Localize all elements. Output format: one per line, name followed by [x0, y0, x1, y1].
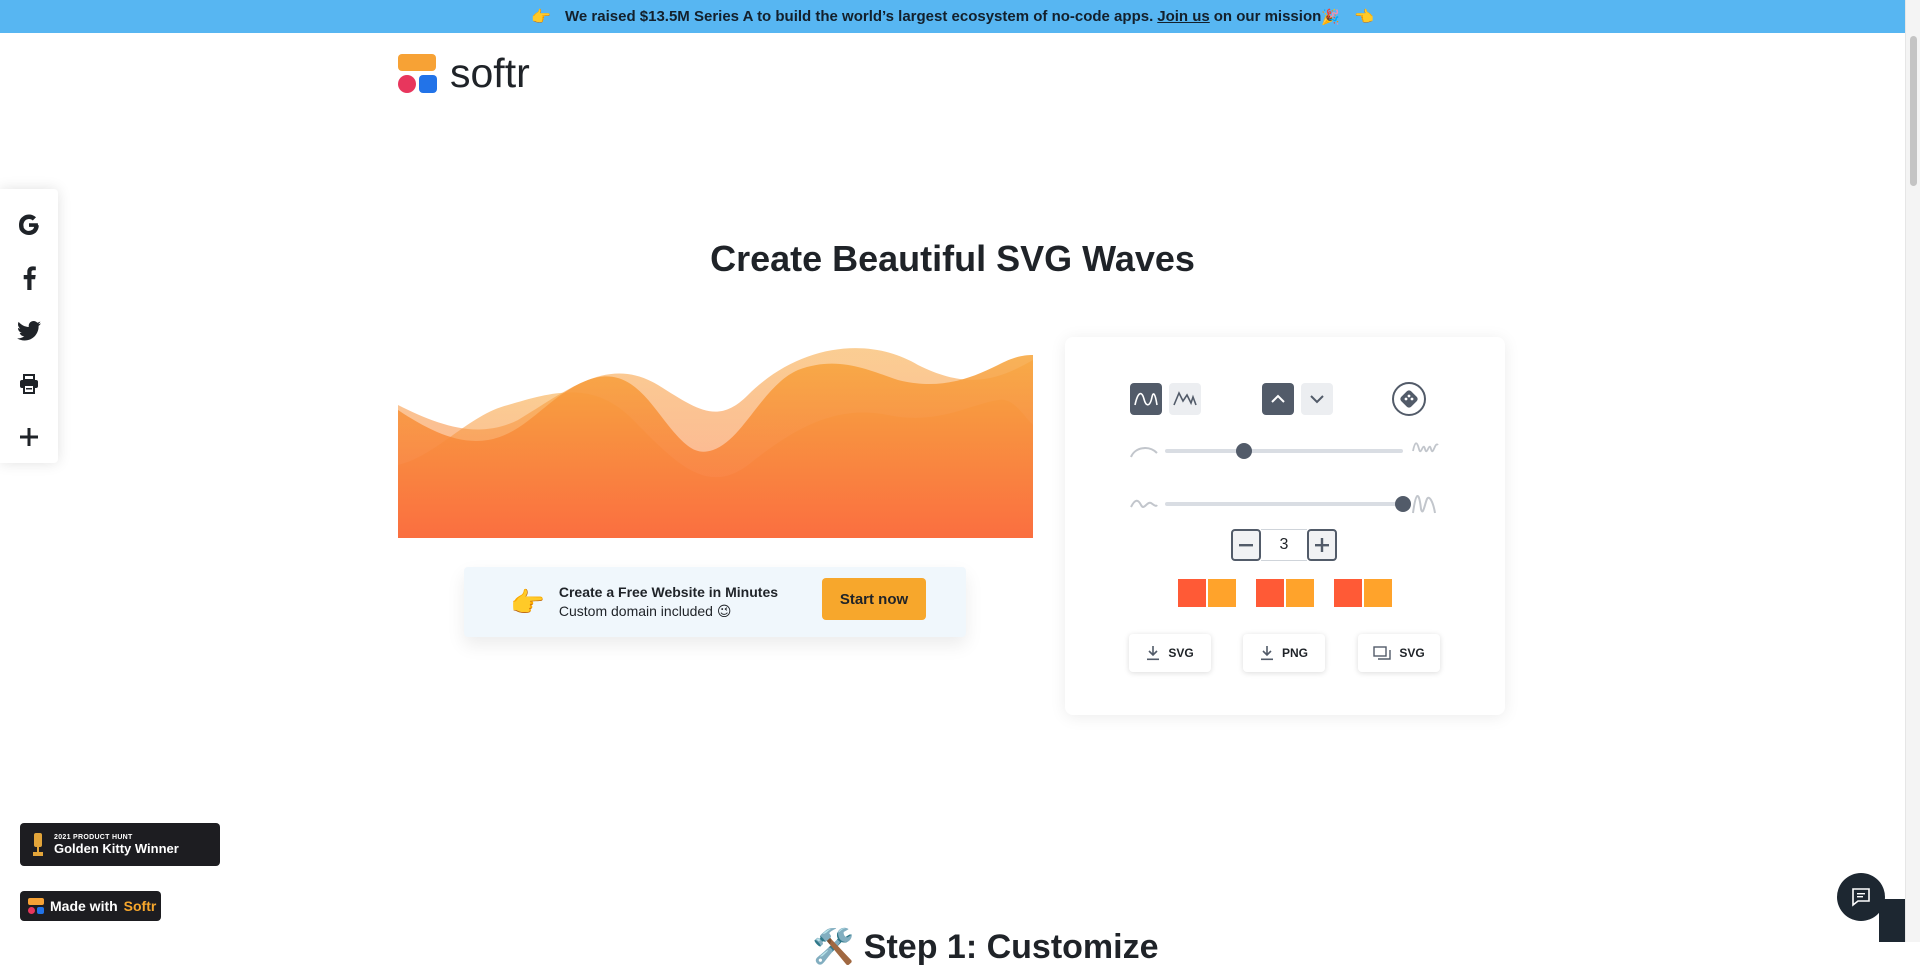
swatch-2-end[interactable]: [1286, 579, 1314, 607]
plus-icon: [20, 427, 38, 446]
made-with-brand: Softr: [123, 898, 157, 914]
swatch-3-start[interactable]: [1334, 579, 1362, 607]
start-now-button[interactable]: Start now: [822, 578, 926, 620]
copy-icon: [1373, 646, 1392, 660]
google-icon: [19, 214, 39, 236]
low-complexity-icon: [1130, 447, 1158, 458]
announcement-bar: 👉 We raised $13.5M Series A to build the…: [0, 0, 1905, 33]
download-svg-button[interactable]: SVG: [1129, 634, 1211, 672]
golden-kitty-badge[interactable]: 2021 PRODUCT HUNT Golden Kitty Winner: [20, 823, 220, 866]
swatch-3-end[interactable]: [1364, 579, 1392, 607]
promo-heading: Create a Free Website in Minutes: [558, 584, 779, 600]
swatch-1-start[interactable]: [1178, 579, 1206, 607]
layers-count[interactable]: 3: [1261, 529, 1307, 561]
made-with-softr-badge[interactable]: Made with Softr: [20, 891, 161, 921]
pointing-left-emoji: 👈: [1353, 8, 1374, 26]
smooth-wave-button[interactable]: [1130, 383, 1162, 415]
height-slider[interactable]: [1165, 496, 1411, 512]
color-swatch-2[interactable]: [1256, 579, 1314, 607]
promo-subtext: Custom domain included 😉: [558, 603, 732, 619]
peak-wave-button[interactable]: [1169, 383, 1201, 415]
chevron-up-icon: [1271, 394, 1285, 403]
plus-icon: [1315, 538, 1329, 552]
brand-name: softr: [450, 50, 530, 96]
color-swatch-3[interactable]: [1334, 579, 1392, 607]
chevron-down-icon: [1310, 395, 1324, 404]
pointing-right-emoji: 👉: [531, 8, 552, 26]
download-icon: [1147, 646, 1160, 661]
twitter-icon: [17, 320, 41, 341]
party-emoji: 🎉: [1321, 8, 1340, 26]
print-icon: [20, 373, 38, 394]
pointing-hand-emoji: 👉: [510, 586, 545, 618]
layers-stepper[interactable]: 3: [1231, 529, 1337, 561]
download-png-label: PNG: [1281, 646, 1308, 660]
direction-down-button[interactable]: [1301, 383, 1333, 415]
kitty-badge-title: Golden Kitty Winner: [54, 840, 179, 856]
softr-mini-logo: [28, 898, 44, 914]
swatch-2-start[interactable]: [1256, 579, 1284, 607]
twitter-share-button[interactable]: [0, 305, 58, 358]
increment-layers-button[interactable]: [1307, 529, 1337, 561]
direction-up-button[interactable]: [1262, 383, 1294, 415]
high-height-icon: [1412, 495, 1436, 514]
join-us-link[interactable]: Join us: [1157, 8, 1210, 25]
decrement-layers-button[interactable]: [1231, 529, 1261, 561]
peak-wave-icon: [1173, 391, 1197, 406]
smooth-wave-icon: [1134, 392, 1158, 406]
announcement-tail: on our mission: [1213, 8, 1322, 25]
minus-icon: [1239, 544, 1253, 547]
randomize-button[interactable]: [1392, 382, 1426, 416]
step-1-heading: 🛠️ Step 1: Customize: [812, 928, 1159, 966]
more-share-button[interactable]: [0, 410, 58, 463]
height-slider-knob[interactable]: [1395, 496, 1411, 512]
copy-svg-label: SVG: [1399, 646, 1425, 660]
promo-banner: 👉 Create a Free Website in Minutes Custo…: [464, 567, 966, 637]
chat-icon: [1852, 888, 1870, 907]
chat-widget-edge: [1879, 899, 1905, 942]
chat-button[interactable]: [1837, 873, 1885, 921]
page-scrollbar[interactable]: [1905, 0, 1920, 942]
softr-logo[interactable]: softr: [398, 50, 530, 97]
low-height-icon: [1130, 499, 1158, 508]
softr-logo-mark: [398, 53, 437, 94]
share-sidebar: [0, 189, 58, 463]
kitty-badge-year: 2021 PRODUCT HUNT: [54, 833, 133, 841]
print-button[interactable]: [0, 357, 58, 410]
scrollbar-thumb[interactable]: [1910, 36, 1917, 186]
announcement-text: We raised $13.5M Series A to build the w…: [565, 8, 1154, 25]
color-swatch-1[interactable]: [1178, 579, 1236, 607]
high-complexity-icon: [1412, 442, 1439, 453]
page-title: Create Beautiful SVG Waves: [710, 238, 1195, 279]
download-icon: [1260, 646, 1273, 661]
trophy-icon: [33, 832, 43, 856]
download-png-button[interactable]: PNG: [1243, 634, 1325, 672]
made-with-label: Made with: [50, 898, 118, 914]
dice-icon: [1400, 390, 1418, 408]
complexity-slider[interactable]: [1165, 443, 1403, 459]
copy-svg-button[interactable]: SVG: [1358, 634, 1440, 672]
complexity-slider-knob[interactable]: [1235, 443, 1252, 459]
download-svg-label: SVG: [1168, 646, 1194, 660]
control-panel: 3 SVG PNG SVG: [1065, 337, 1505, 715]
wave-preview: [398, 348, 1033, 538]
swatch-1-end[interactable]: [1208, 579, 1236, 607]
